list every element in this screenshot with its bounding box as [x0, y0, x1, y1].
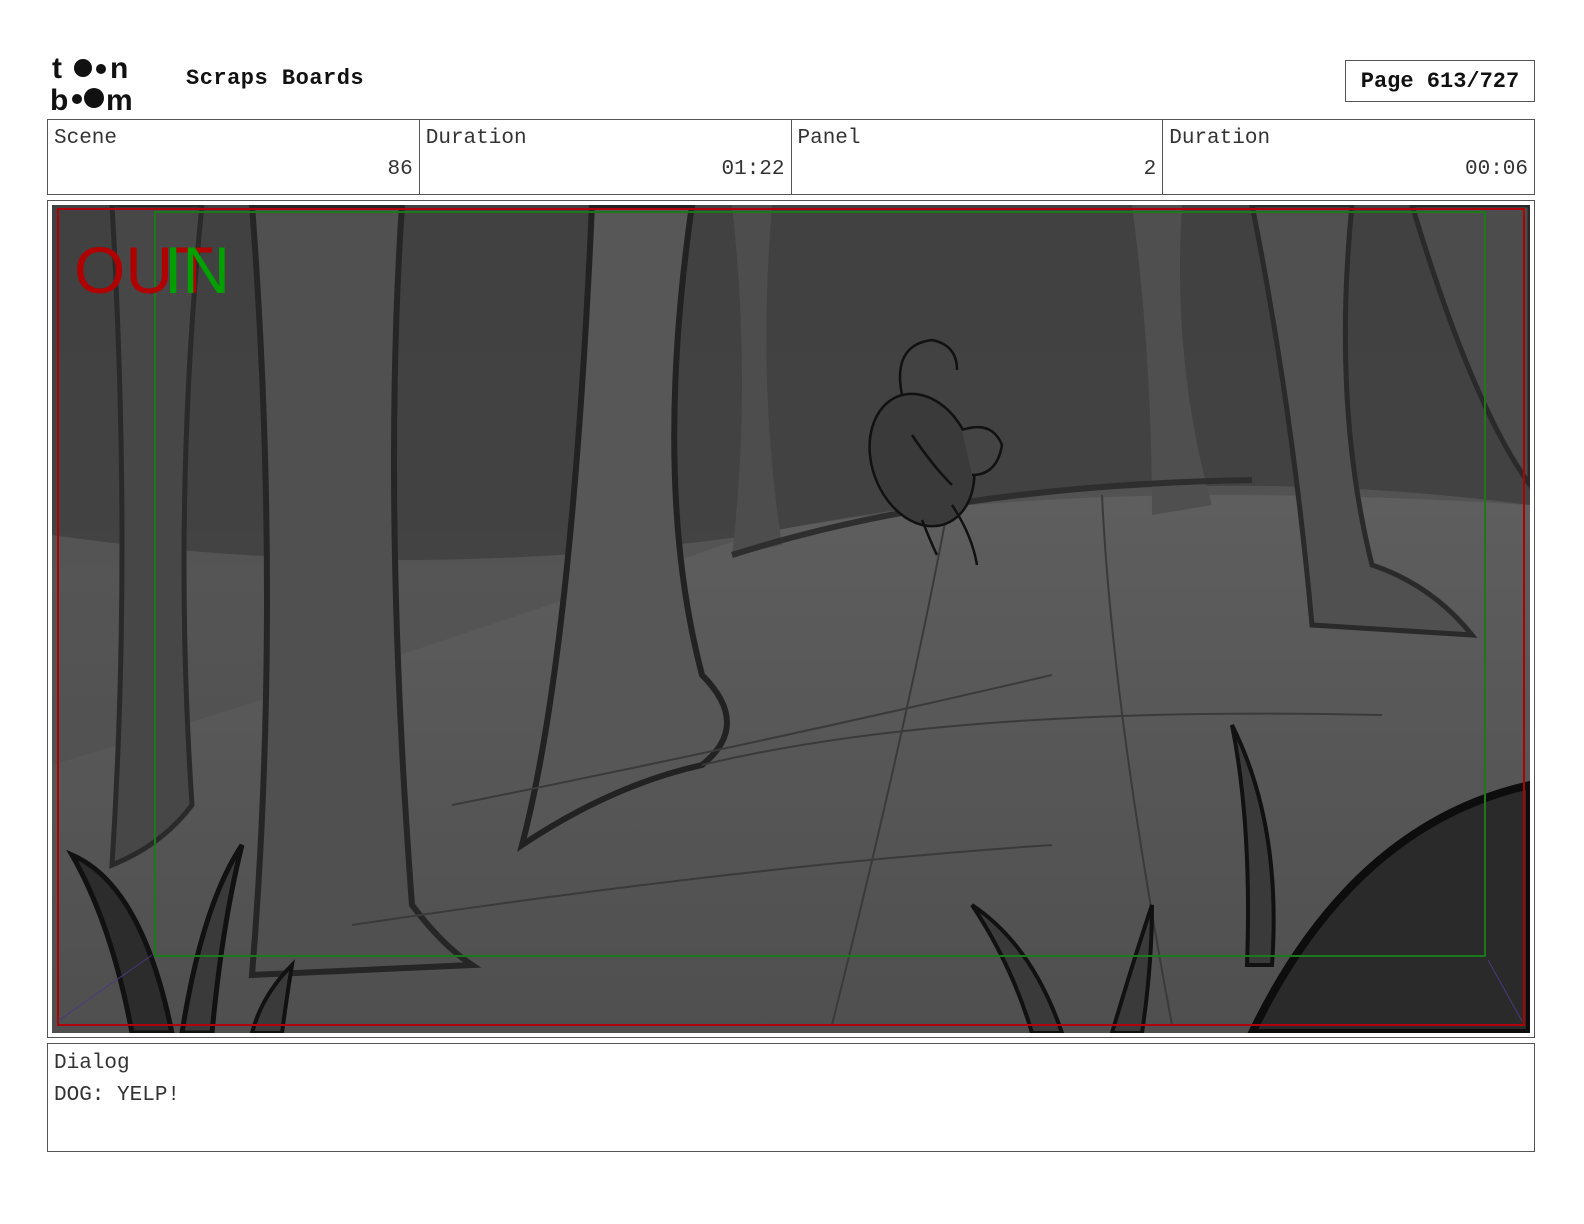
scene-duration-cell: Duration 01:22: [420, 120, 792, 194]
dialog-text: DOG: YELP!: [54, 1084, 181, 1107]
scene-label: Scene: [54, 127, 118, 150]
toon-boom-logo: t n b m: [50, 52, 133, 112]
scene-duration-label: Duration: [425, 127, 527, 150]
svg-text:m: m: [106, 84, 133, 112]
svg-text:t: t: [52, 52, 62, 85]
scene-cell: Scene 86: [48, 120, 420, 194]
panel-label: Panel: [797, 127, 861, 150]
page-indicator: Page 613/727: [1345, 60, 1535, 102]
scene-duration-value: 01:22: [721, 158, 785, 181]
panel-cell: Panel 2: [792, 120, 1164, 194]
svg-text:n: n: [110, 52, 128, 85]
panel-duration-label: Duration: [1169, 127, 1271, 150]
scene-value: 86: [387, 158, 413, 181]
in-marker: IN: [164, 233, 230, 307]
panel-duration-value: 00:06: [1464, 158, 1528, 181]
panel-duration-cell: Duration 00:06: [1163, 120, 1534, 194]
dialog-label: Dialog: [54, 1052, 130, 1075]
svg-text:b: b: [50, 84, 68, 112]
dialog-box: Dialog DOG: YELP!: [47, 1043, 1535, 1152]
storyboard-panel-image: OUT IN: [52, 205, 1530, 1033]
panel-info-row: Scene 86 Duration 01:22 Panel 2 Duration…: [47, 119, 1535, 195]
panel-value: 2: [1143, 158, 1157, 181]
document-title: Scraps Boards: [186, 66, 365, 91]
